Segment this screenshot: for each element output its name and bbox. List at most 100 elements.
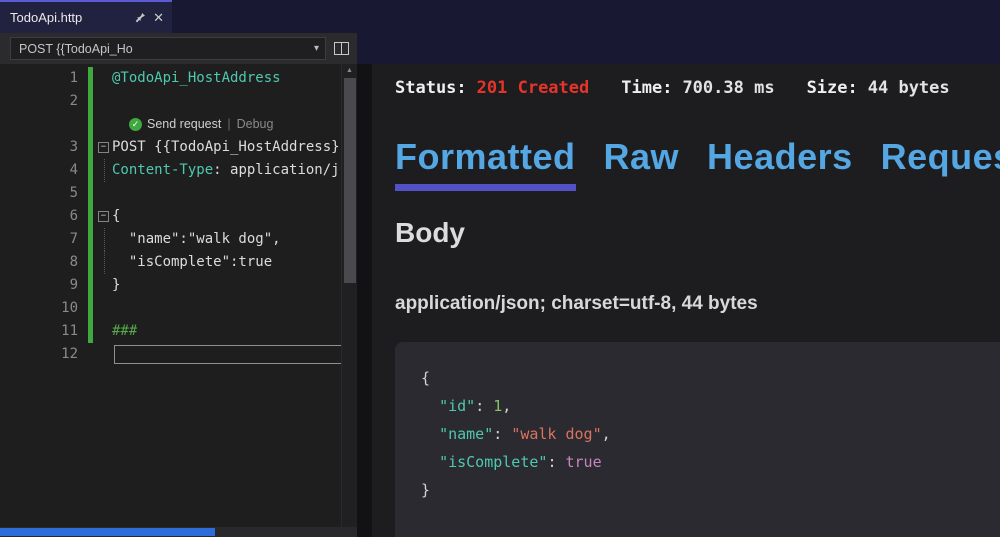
line-number: 7 bbox=[0, 228, 78, 251]
response-panel: Status: 201 Created Time: 700.38 ms Size… bbox=[372, 64, 1000, 537]
code-text: POST {{TodoApi_HostAddress}} bbox=[112, 136, 348, 159]
code-text: "isComplete":true bbox=[112, 251, 272, 274]
split-view-icon[interactable] bbox=[334, 42, 349, 55]
vertical-scrollbar[interactable]: ▲ bbox=[341, 64, 357, 527]
line-number: 11 bbox=[0, 320, 78, 343]
body-heading: Body bbox=[395, 217, 1000, 249]
content-type-line: application/json; charset=utf-8, 44 byte… bbox=[395, 293, 1000, 315]
fold-collapse-icon[interactable]: − bbox=[98, 142, 109, 153]
code-text: } bbox=[112, 274, 120, 297]
fold-column bbox=[95, 182, 112, 205]
response-tab-raw[interactable]: Raw bbox=[604, 136, 680, 191]
fold-collapse-icon[interactable]: − bbox=[98, 211, 109, 222]
status-label: Status: bbox=[395, 78, 467, 98]
change-tracking-bar bbox=[88, 205, 93, 228]
editor-line[interactable]: 4Content-Type: application/json bbox=[0, 159, 357, 182]
horizontal-scrollbar[interactable] bbox=[0, 527, 357, 537]
fold-column bbox=[95, 320, 112, 343]
code-lens-row[interactable]: ✓ Send request | Debug bbox=[0, 113, 357, 136]
time-label: Time: bbox=[621, 78, 672, 98]
line-number: 5 bbox=[0, 182, 78, 205]
send-request-link[interactable]: Send request bbox=[147, 113, 221, 136]
json-line: "name": "walk dog", bbox=[421, 420, 994, 448]
horizontal-scrollbar-thumb[interactable] bbox=[0, 528, 215, 536]
line-number: 3 bbox=[0, 136, 78, 159]
debug-link[interactable]: Debug bbox=[237, 113, 274, 136]
vertical-scrollbar-thumb[interactable] bbox=[344, 78, 356, 283]
code-text: ### bbox=[112, 320, 137, 343]
chevron-down-icon: ▾ bbox=[314, 43, 319, 54]
change-tracking-bar bbox=[88, 320, 93, 343]
change-tracking-bar bbox=[88, 67, 93, 90]
fold-column bbox=[95, 67, 112, 90]
pin-icon[interactable] bbox=[135, 12, 146, 23]
change-tracking-bar bbox=[88, 297, 93, 320]
size-label: Size: bbox=[807, 78, 858, 98]
fold-column bbox=[95, 159, 112, 182]
line-number bbox=[0, 113, 78, 136]
status-value: 201 Created bbox=[477, 78, 590, 98]
empty-selection-box[interactable] bbox=[114, 345, 350, 364]
top-bar: TodoApi.http ✕ POST {{TodoApi_Ho ▾ bbox=[0, 0, 1000, 64]
editor-line[interactable]: 11 ### bbox=[0, 320, 357, 343]
size-value: 44 bytes bbox=[868, 78, 950, 98]
fold-column bbox=[95, 274, 112, 297]
line-number: 8 bbox=[0, 251, 78, 274]
request-selector-dropdown[interactable]: POST {{TodoApi_Ho ▾ bbox=[10, 37, 326, 60]
request-selector-value: POST {{TodoApi_Ho bbox=[19, 42, 308, 56]
json-line: } bbox=[421, 476, 994, 504]
tab-title: TodoApi.http bbox=[10, 10, 82, 25]
document-tab-strip: TodoApi.http ✕ bbox=[0, 0, 357, 33]
line-number: 2 bbox=[0, 90, 78, 113]
http-editor-toolbar: POST {{TodoApi_Ho ▾ bbox=[0, 33, 357, 64]
change-tracking-bar bbox=[88, 182, 93, 205]
editor-line[interactable]: 1@TodoApi_HostAddress bbox=[0, 67, 357, 90]
pane-splitter[interactable] bbox=[357, 64, 372, 537]
editor-line[interactable]: 10 bbox=[0, 297, 357, 320]
fold-column bbox=[95, 90, 112, 113]
line-number: 12 bbox=[0, 343, 78, 366]
editor-line[interactable]: 2 bbox=[0, 90, 357, 113]
change-tracking-bar bbox=[88, 274, 93, 297]
change-tracking-bar bbox=[88, 251, 93, 274]
lens-separator: | bbox=[227, 113, 230, 136]
fold-column: − bbox=[95, 136, 112, 159]
response-tab-request[interactable]: Request bbox=[881, 136, 1000, 191]
fold-column bbox=[95, 343, 112, 366]
editor-line[interactable]: 5 bbox=[0, 182, 357, 205]
tab-todoapi-http[interactable]: TodoApi.http ✕ bbox=[0, 0, 172, 33]
check-circle-icon: ✓ bbox=[129, 118, 142, 131]
close-icon[interactable]: ✕ bbox=[153, 11, 164, 24]
change-tracking-bar bbox=[88, 228, 93, 251]
time-value: 700.38 ms bbox=[682, 78, 774, 98]
response-tab-formatted[interactable]: Formatted bbox=[395, 136, 576, 191]
line-number: 4 bbox=[0, 159, 78, 182]
fold-column bbox=[95, 251, 112, 274]
fold-column bbox=[95, 297, 112, 320]
line-number: 9 bbox=[0, 274, 78, 297]
line-number: 10 bbox=[0, 297, 78, 320]
line-number: 6 bbox=[0, 205, 78, 228]
editor-line[interactable]: 8 "isComplete":true bbox=[0, 251, 357, 274]
http-editor-pane[interactable]: 1@TodoApi_HostAddress2 ✓ Send request | Debu… bbox=[0, 64, 357, 537]
editor-line[interactable]: 12 bbox=[0, 343, 357, 366]
code-text: { bbox=[112, 205, 120, 228]
response-tabs: Formatted Raw Headers Request bbox=[395, 136, 1000, 191]
editor-line[interactable]: 3 −POST {{TodoApi_HostAddress}} bbox=[0, 136, 357, 159]
fold-column bbox=[95, 228, 112, 251]
vs-window: TodoApi.http ✕ POST {{TodoApi_Ho ▾ bbox=[0, 0, 1000, 537]
change-tracking-bar bbox=[88, 90, 93, 113]
main-area: 1@TodoApi_HostAddress2 ✓ Send request | Debu… bbox=[0, 64, 1000, 537]
code-lens: ✓ Send request | Debug bbox=[129, 113, 273, 136]
response-status-row: Status: 201 Created Time: 700.38 ms Size… bbox=[395, 78, 1000, 98]
scrollbar-up-arrow-icon[interactable]: ▲ bbox=[342, 64, 357, 78]
response-tab-headers[interactable]: Headers bbox=[707, 136, 853, 191]
code-text: "name":"walk dog", bbox=[112, 228, 281, 251]
change-tracking-bar bbox=[88, 343, 93, 366]
change-tracking-bar bbox=[88, 136, 93, 159]
response-json-viewer: { "id": 1, "name": "walk dog", "isComple… bbox=[395, 342, 1000, 537]
editor-lines[interactable]: 1@TodoApi_HostAddress2 ✓ Send request | Debu… bbox=[0, 64, 357, 527]
editor-line[interactable]: 7 "name":"walk dog", bbox=[0, 228, 357, 251]
editor-line[interactable]: 9} bbox=[0, 274, 357, 297]
editor-line[interactable]: 6 −{ bbox=[0, 205, 357, 228]
